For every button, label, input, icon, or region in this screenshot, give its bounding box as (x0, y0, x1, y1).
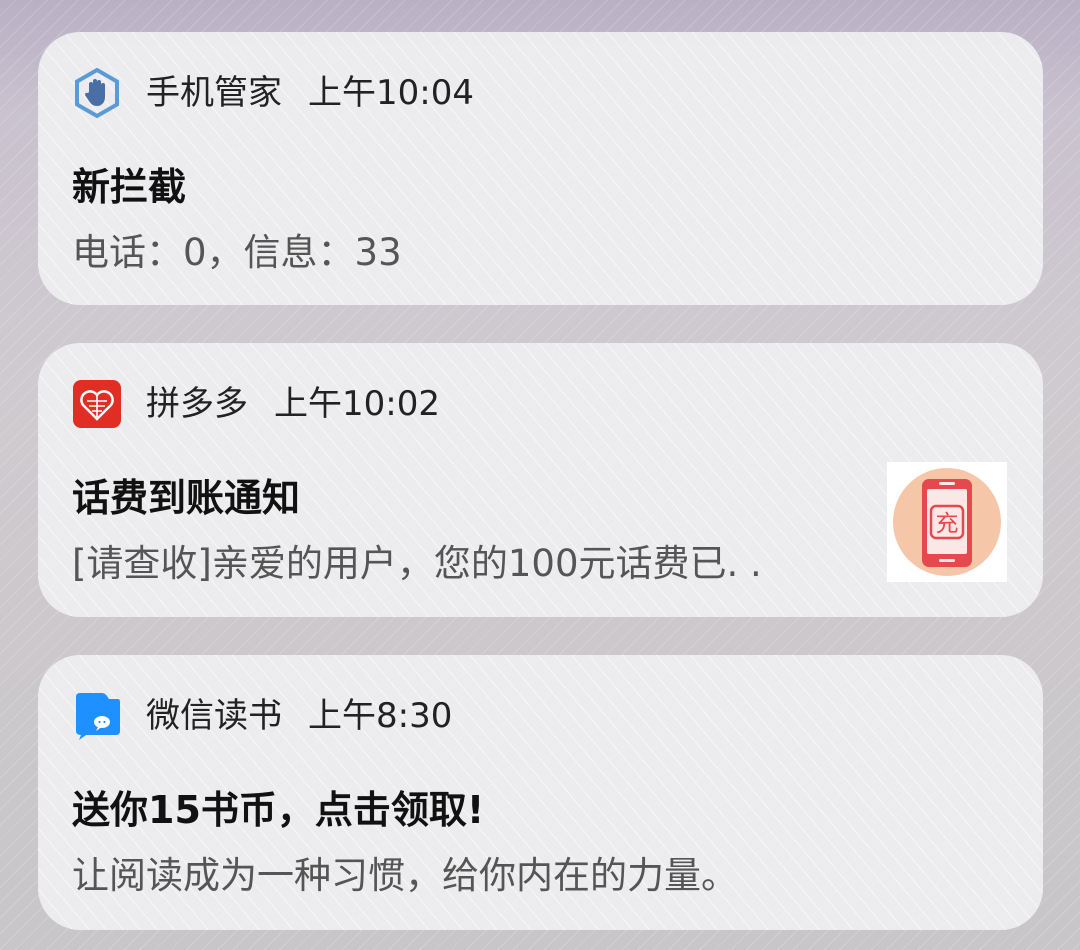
wechat-read-icon (72, 691, 122, 741)
app-name: 拼多多 (146, 384, 248, 424)
notification-time: 上午8:30 (308, 696, 453, 736)
notification-header: 手机管家 上午10:04 (72, 68, 474, 118)
notification-body: 电话：0，信息：33 (72, 231, 402, 274)
notification-title: 话费到账通知 (72, 476, 301, 520)
notification-header: 拼多多 上午10:02 (72, 379, 440, 429)
notification-card-phone-manager[interactable]: 手机管家 上午10:04 新拦截 电话：0，信息：33 (38, 32, 1043, 305)
notification-title: 送你15书币，点击领取! (72, 788, 485, 832)
notification-card-wechat-read[interactable]: 微信读书 上午8:30 送你15书币，点击领取! 让阅读成为一种习惯，给你内在的… (38, 655, 1043, 930)
notification-card-pinduoduo[interactable]: 拼多多 上午10:02 话费到账通知 [请查收]亲爱的用户，您的100元话费已.… (38, 343, 1043, 617)
notification-body: [请查收]亲爱的用户，您的100元话费已. . (72, 542, 762, 585)
pinduoduo-icon (72, 379, 122, 429)
notification-body: 让阅读成为一种习惯，给你内在的力量。 (72, 854, 738, 897)
phone-manager-hand-icon (72, 68, 122, 118)
app-name: 手机管家 (146, 73, 282, 113)
notification-time: 上午10:02 (274, 384, 440, 424)
notification-title: 新拦截 (72, 165, 187, 209)
notification-header: 微信读书 上午8:30 (72, 691, 452, 741)
app-name: 微信读书 (146, 696, 282, 736)
notification-thumbnail: 充 (887, 462, 1007, 582)
phone-recharge-icon: 充 (893, 468, 1001, 576)
notification-time: 上午10:04 (308, 73, 474, 113)
thumbnail-label: 充 (936, 511, 959, 537)
